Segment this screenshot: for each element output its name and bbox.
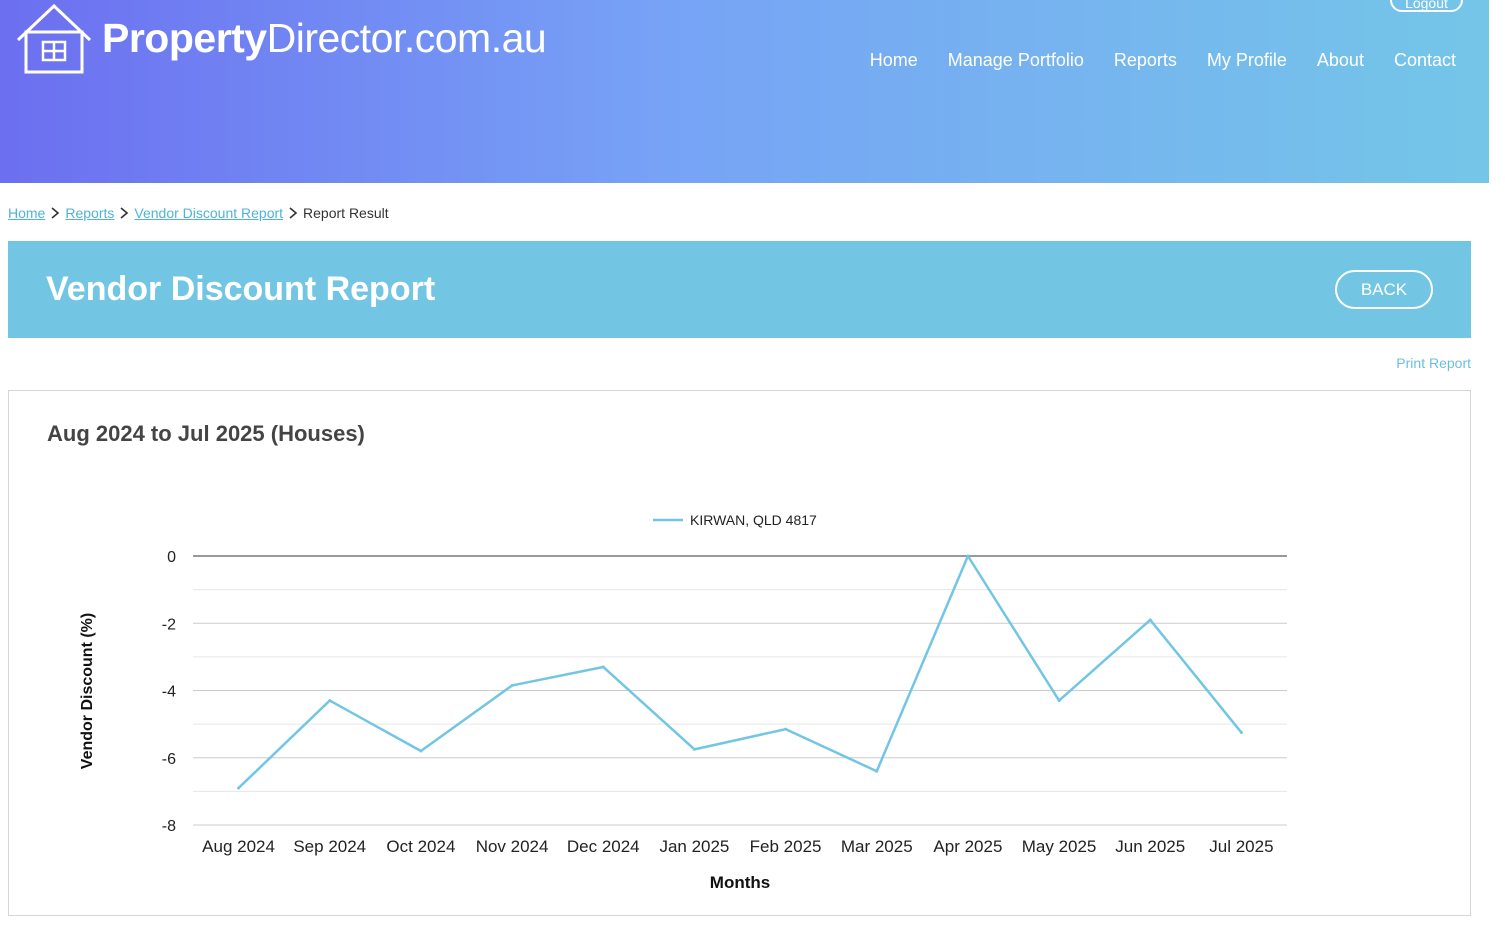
x-tick-label: May 2025 xyxy=(1022,837,1097,856)
data-point xyxy=(784,727,788,731)
data-point xyxy=(601,665,605,669)
x-tick-label: Aug 2024 xyxy=(202,837,275,856)
brand-name-rest: Director.com.au xyxy=(266,15,547,61)
x-tick-label: Jul 2025 xyxy=(1209,837,1273,856)
data-point xyxy=(419,749,423,753)
brand-logo[interactable]: PropertyDirector.com.au xyxy=(102,15,547,62)
nav-contact[interactable]: Contact xyxy=(1394,50,1456,71)
legend-label: KIRWAN, QLD 4817 xyxy=(690,512,817,528)
chevron-right-icon xyxy=(51,207,60,219)
nav-my-profile[interactable]: My Profile xyxy=(1207,50,1287,71)
y-tick-label: -2 xyxy=(162,616,176,633)
x-tick-label: Dec 2024 xyxy=(567,837,640,856)
x-tick-label: Mar 2025 xyxy=(841,837,913,856)
nav-manage-portfolio[interactable]: Manage Portfolio xyxy=(948,50,1084,71)
breadcrumb-vendor-discount-report[interactable]: Vendor Discount Report xyxy=(134,205,283,221)
nav-reports[interactable]: Reports xyxy=(1114,50,1177,71)
data-point xyxy=(237,786,241,790)
nav-home[interactable]: Home xyxy=(870,50,918,71)
report-card: Aug 2024 to Jul 2025 (Houses) 0 -2 -4 -6 -8 A… xyxy=(8,390,1471,916)
x-tick-label: Jan 2025 xyxy=(659,837,729,856)
x-tick-label: Apr 2025 xyxy=(933,837,1002,856)
data-point xyxy=(1239,731,1243,735)
series-line xyxy=(237,554,1243,789)
breadcrumb-current: Report Result xyxy=(303,205,389,221)
y-tick-label: -6 xyxy=(162,751,176,768)
breadcrumb-home[interactable]: Home xyxy=(8,205,45,221)
page-title: Vendor Discount Report xyxy=(46,270,436,308)
data-point xyxy=(1148,618,1152,622)
data-point xyxy=(966,554,970,558)
chevron-right-icon xyxy=(120,207,129,219)
print-report-link[interactable]: Print Report xyxy=(1396,355,1471,371)
site-header: PropertyDirector.com.au Logout Home Mana… xyxy=(0,0,1489,183)
breadcrumb: Home Reports Vendor Discount Report Repo… xyxy=(8,205,389,221)
y-tick-label: -8 xyxy=(162,818,176,835)
main-nav: Home Manage Portfolio Reports My Profile… xyxy=(870,50,1456,71)
vendor-discount-chart: 0 -2 -4 -6 -8 Aug 2024 Sep 2024 Oct 2024 Nov 202… xyxy=(79,512,1287,892)
brand-name-bold: Property xyxy=(102,15,267,61)
data-point xyxy=(328,699,332,703)
y-tick-label: 0 xyxy=(167,549,176,566)
y-axis-label: Vendor Discount (%) xyxy=(79,613,96,769)
chevron-right-icon xyxy=(289,207,298,219)
x-axis-label: Months xyxy=(710,873,770,892)
report-banner: Vendor Discount Report BACK xyxy=(8,241,1471,338)
breadcrumb-reports[interactable]: Reports xyxy=(65,205,114,221)
data-point xyxy=(875,769,879,773)
x-tick-label: Nov 2024 xyxy=(476,837,549,856)
back-button[interactable]: BACK xyxy=(1335,270,1433,309)
nav-about[interactable]: About xyxy=(1317,50,1364,71)
x-tick-label: Feb 2025 xyxy=(750,837,822,856)
data-point xyxy=(692,747,696,751)
house-logo-icon[interactable] xyxy=(14,2,94,76)
x-tick-label: Oct 2024 xyxy=(386,837,455,856)
data-point xyxy=(1057,699,1061,703)
logout-button[interactable]: Logout xyxy=(1390,0,1463,12)
data-point xyxy=(510,683,514,687)
x-tick-label: Jun 2025 xyxy=(1115,837,1185,856)
y-tick-label: -4 xyxy=(162,684,176,701)
x-tick-label: Sep 2024 xyxy=(293,837,366,856)
